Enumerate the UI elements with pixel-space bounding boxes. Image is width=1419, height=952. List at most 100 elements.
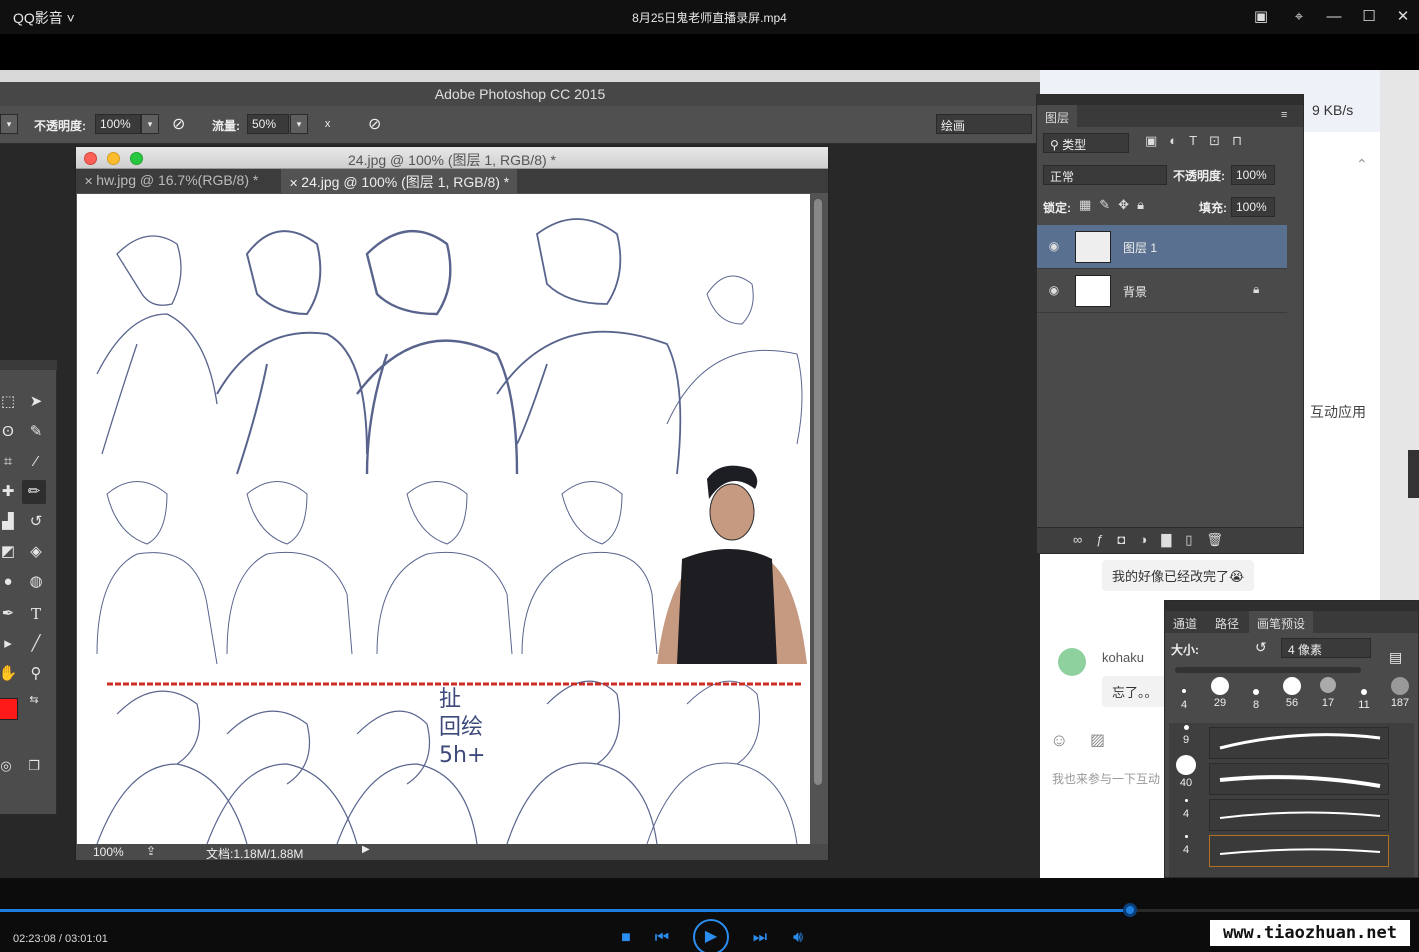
tab-paths[interactable]: 路径 [1207,611,1248,633]
brush-stroke-item[interactable] [1209,763,1389,795]
brush-tool-icon[interactable]: ✏ [22,480,46,504]
layer-filter-icons[interactable]: ▣◐T⊡⊓ [1145,133,1254,149]
pressure-size-icon[interactable]: ⊘ [368,114,381,134]
document-title-bar: 24.jpg @ 100% (图层 1, RGB/8) * [76,147,828,169]
lock-icon: 🔒︎ [1253,282,1260,296]
layer-opacity-field[interactable]: 100% [1231,165,1275,185]
quick-mask-icon[interactable]: ◎ [0,754,18,778]
maximize-icon[interactable]: ☐ [1358,6,1380,28]
avatar[interactable] [1058,648,1086,676]
vertical-scrollbar[interactable] [814,199,822,785]
reset-icon[interactable]: ↺ [1255,639,1267,656]
stamp-tool-icon[interactable]: ▟ [0,510,20,534]
brush-tip[interactable]: 4 [1167,689,1201,711]
share-icon[interactable]: ⇪ [146,844,156,858]
brush-tip[interactable]: 29 [1203,677,1237,709]
lock-icons[interactable]: ▦✎✥🔒︎ [1079,197,1152,213]
chat-input[interactable]: 我也来参与一下互动 [1052,770,1160,787]
healing-brush-tool-icon[interactable]: ✚ [0,480,20,504]
hand-tool-icon[interactable]: ✋ [0,662,20,686]
brush-tip[interactable]: 56 [1275,677,1309,709]
flow-field[interactable]: 50% [247,114,289,134]
side-collapse-tab[interactable] [1408,450,1419,498]
status-menu-arrow-icon[interactable]: ▶ [362,844,370,855]
tab-brush-presets[interactable]: 画笔预设 [1249,611,1314,633]
brush-tip[interactable]: 8 [1239,689,1273,711]
opacity-field[interactable]: 100% [95,114,141,134]
stop-icon[interactable]: ■ [615,927,637,949]
brush-stroke-item[interactable] [1209,799,1389,831]
history-brush-tool-icon[interactable]: ↺ [24,510,48,534]
brush-size-slider[interactable] [1175,667,1361,673]
fill-field[interactable]: 100% [1231,197,1275,217]
brush-tip[interactable]: 11 [1347,689,1381,711]
tab-channels[interactable]: 通道 [1165,611,1206,633]
pen-tool-icon[interactable]: ✒ [0,602,20,626]
progress-fill [0,909,1130,912]
brush-presets-panel: 通道 路径 画笔预设 大小: ↺ 4 像素 ▤ 4 29 8 56 17 11 … [1164,600,1419,878]
layer-thumbnail [1075,275,1111,307]
pip-icon[interactable]: ▣ [1250,6,1272,28]
lasso-tool-icon[interactable]: ʘ [0,420,20,444]
brush-tip[interactable]: 17 [1311,677,1345,709]
brush-size-field[interactable]: 4 像素 [1281,638,1371,658]
blur-tool-icon[interactable]: ● [0,570,20,594]
video-frame[interactable]: Adobe Photoshop CC 2015 ▾ 不透明度: 100% ▾ ⊘… [0,70,1419,878]
line-tool-icon[interactable]: ╱ [24,632,48,656]
tab-layers[interactable]: 图层 [1037,105,1078,127]
airbrush-icon[interactable]: ₓ [325,113,330,131]
visibility-eye-icon[interactable]: ◉ [1045,239,1063,253]
sketch-figure-3 [376,481,513,655]
close-icon[interactable]: ✕ [1392,6,1414,28]
layer-filter-select[interactable]: ⚲ 类型 [1043,133,1129,153]
new-preset-icon[interactable]: ▤ [1389,649,1402,666]
photoshop-title-bar: Adobe Photoshop CC 2015 [0,82,1040,106]
layer-action-icons[interactable]: ∞ƒ◘◑▇▯🗑︎ [1073,532,1237,548]
workspace-select[interactable]: 绘画 [936,114,1032,134]
document-tabs: ✕ hw.jpg @ 16.7%(RGB/8) * ✕ 24.jpg @ 100… [76,169,828,193]
layer-row[interactable]: ◉ 背景 🔒︎ [1037,269,1287,313]
layer-row[interactable]: ◉ 图层 1 [1037,225,1287,269]
zoom-tool-icon[interactable]: ⚲ [24,662,48,686]
flow-dropdown[interactable]: ▾ [290,114,308,134]
collapse-chevron-icon[interactable]: ⌃ [1356,156,1368,173]
brush-preset-dropdown[interactable]: ▾ [0,114,18,134]
brush-panel-header [1165,601,1418,611]
eraser-tool-icon[interactable]: ◩ [0,540,20,564]
move-tool-icon[interactable]: ➤ [24,390,48,414]
pin-icon[interactable]: ⌖ [1288,6,1310,28]
tab-hw-jpg[interactable]: ✕ hw.jpg @ 16.7%(RGB/8) * [76,169,266,193]
emoji-icon[interactable]: ☺ [1050,730,1068,751]
opacity-dropdown[interactable]: ▾ [141,114,159,134]
dodge-tool-icon[interactable]: ◍ [24,570,48,594]
chat-username[interactable]: kohaku [1102,650,1144,665]
screen-mode-icon[interactable]: ❐ [22,754,46,778]
next-icon[interactable]: ⏭ [749,927,771,949]
volume-icon[interactable]: 🔊︎ [787,927,809,949]
eyedropper-tool-icon[interactable]: ⁄ [24,450,48,474]
paint-bucket-tool-icon[interactable]: ◈ [24,540,48,564]
type-tool-icon[interactable]: T [24,602,48,626]
panel-menu-icon[interactable]: ≡ [1281,109,1287,121]
play-button[interactable]: ▶ [693,919,729,952]
tab-24-jpg[interactable]: ✕ 24.jpg @ 100% (图层 1, RGB/8) * [281,169,518,193]
blend-mode-select[interactable]: 正常 [1043,165,1167,185]
visibility-eye-icon[interactable]: ◉ [1045,283,1063,297]
crop-tool-icon[interactable]: ⌗ [0,450,20,474]
brush-stroke-item-selected[interactable] [1209,835,1389,867]
marquee-tool-icon[interactable]: ⬚ [0,390,20,414]
swap-colors-icon[interactable]: ⇆ [22,688,46,712]
progress-knob[interactable] [1122,903,1137,917]
brush-stroke-item[interactable] [1209,727,1389,759]
image-icon[interactable]: ▨ [1090,730,1105,750]
minimize-icon[interactable]: — [1323,6,1345,28]
quick-select-tool-icon[interactable]: ✎ [24,420,48,444]
pressure-opacity-icon[interactable]: ⊘ [172,114,185,134]
path-select-tool-icon[interactable]: ▸ [0,632,20,656]
zoom-level[interactable]: 100% [93,845,124,859]
brush-tip[interactable]: 187 [1383,677,1417,709]
previous-icon[interactable]: ⏮ [651,927,673,949]
interactive-apps-link[interactable]: 互动应用 [1310,402,1366,422]
foreground-color-swatch[interactable] [0,698,18,720]
canvas[interactable]: 扯 回绘 5h+ [77,194,810,844]
